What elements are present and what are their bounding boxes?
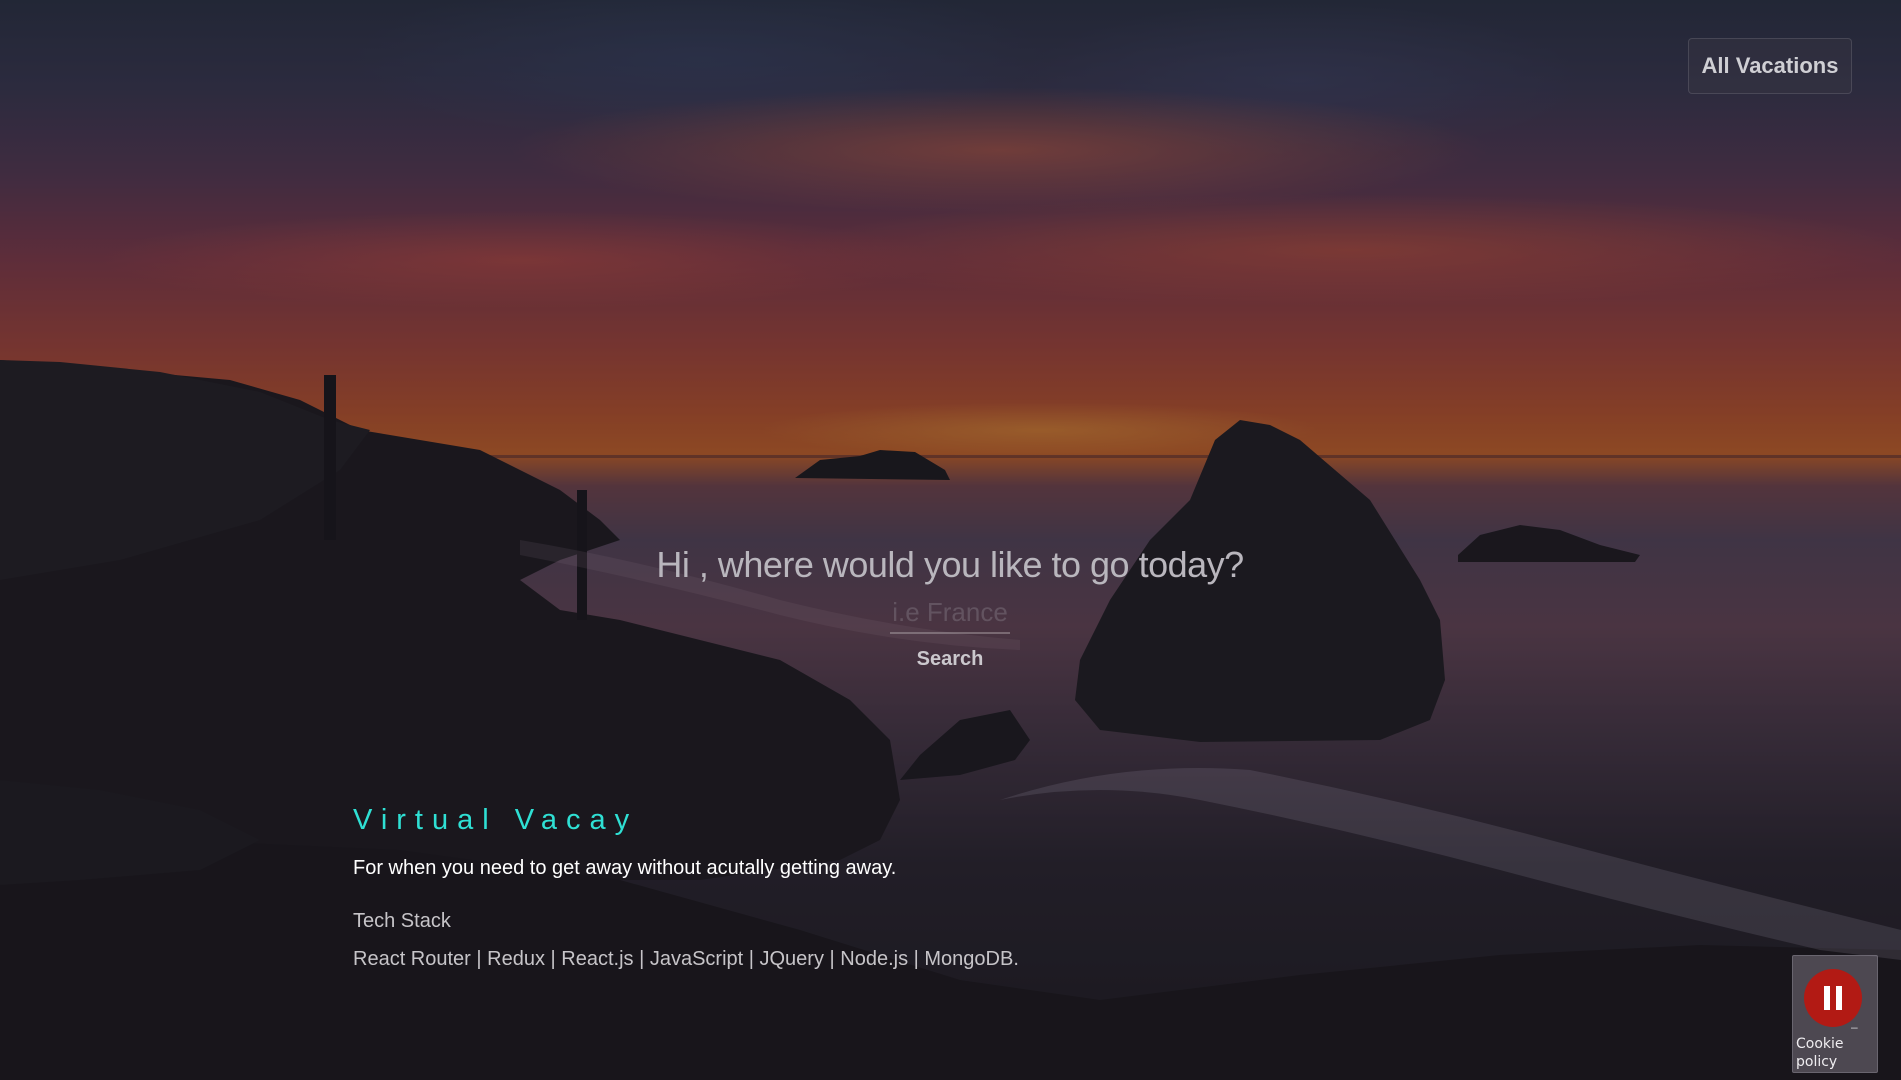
destination-input[interactable] bbox=[890, 592, 1010, 634]
cookie-widget: – Cookie policy bbox=[1792, 955, 1878, 1073]
minimize-icon[interactable]: – bbox=[1851, 1020, 1858, 1034]
pause-button[interactable] bbox=[1804, 969, 1862, 1027]
brand-tagline: For when you need to get away without ac… bbox=[353, 857, 897, 879]
pause-icon-bar bbox=[1836, 986, 1842, 1010]
background-photo bbox=[0, 0, 1901, 1080]
all-vacations-button[interactable]: All Vacations bbox=[1688, 38, 1852, 94]
tech-stack-list: React Router | Redux | React.js | JavaSc… bbox=[353, 948, 1019, 970]
search-prompt: Hi , where would you like to go today? bbox=[656, 544, 1244, 585]
tech-stack-heading: Tech Stack bbox=[353, 910, 451, 932]
cookie-policy-link[interactable]: Cookie policy bbox=[1796, 1035, 1876, 1071]
brand-title: Virtual Vacay bbox=[353, 804, 639, 836]
pause-icon bbox=[1824, 986, 1830, 1010]
overlay-dim bbox=[0, 0, 1901, 1080]
search-button[interactable]: Search bbox=[900, 644, 1000, 674]
